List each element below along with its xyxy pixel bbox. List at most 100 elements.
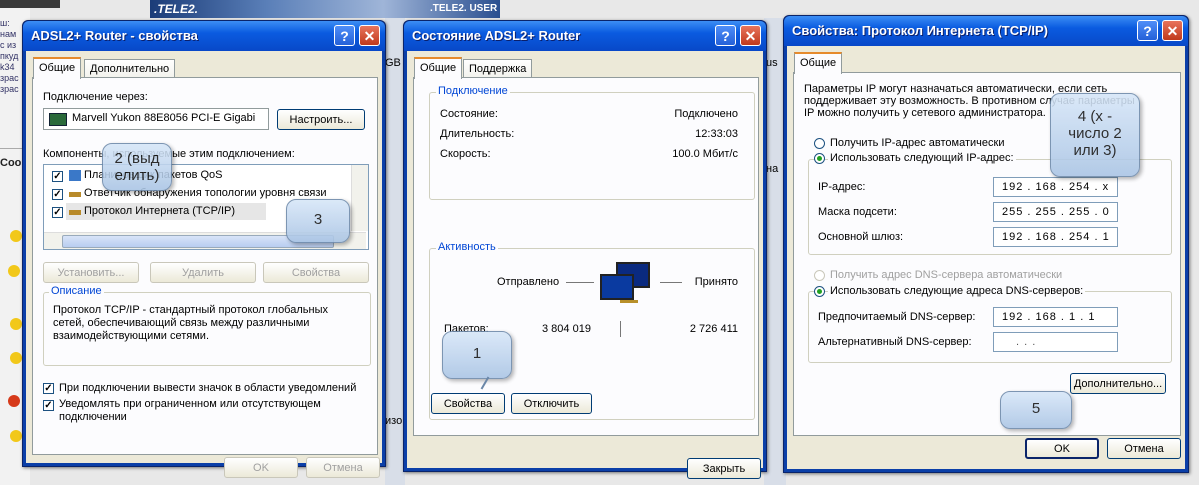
gateway-label: Основной шлюз: xyxy=(818,231,904,243)
connect-via-label: Подключение через: xyxy=(43,91,148,103)
callout-text: 2 (выд xyxy=(114,150,160,167)
ok-button[interactable]: OK xyxy=(1025,438,1099,459)
window-title: ADSL2+ Router - свойства xyxy=(31,28,198,43)
close-button[interactable]: ✕ xyxy=(359,25,380,46)
callout-text: 5 xyxy=(1031,400,1041,417)
component-checkbox[interactable]: ✓ xyxy=(52,207,63,218)
alternate-dns-label: Альтернативный DNS-сервер: xyxy=(818,336,972,348)
callout-text: 1 xyxy=(472,345,482,362)
properties-button[interactable]: Свойства xyxy=(431,393,505,414)
advanced-button[interactable]: Дополнительно... xyxy=(1070,373,1166,394)
ip-address-field[interactable]: 192 . 168 . 254 . x xyxy=(993,177,1118,197)
smiley-icon xyxy=(10,352,22,364)
smiley-icon xyxy=(10,318,22,330)
show-icon-label[interactable]: При подключении вывести значок в области… xyxy=(59,382,356,394)
description-label: Описание xyxy=(49,285,104,297)
tab-general[interactable]: Общие xyxy=(794,52,843,74)
callout-step-5: 5 xyxy=(1000,391,1072,429)
tab-support[interactable]: Поддержка xyxy=(463,59,533,78)
background-image-fragment xyxy=(0,0,60,8)
manual-dns-label[interactable]: Использовать следующие адреса DNS-сервер… xyxy=(828,285,1086,297)
preferred-dns-field[interactable]: 192 . 168 . 1 . 1 xyxy=(993,307,1118,327)
router-status-window: Состояние ADSL2+ Router ? ✕ Общие Поддер… xyxy=(403,20,767,479)
close-button[interactable]: ✕ xyxy=(1162,20,1183,41)
callout-text: елить) xyxy=(114,167,160,184)
tab-panel: Подключение Состояние: Подключено Длител… xyxy=(413,77,759,436)
configure-button[interactable]: Настроить... xyxy=(277,109,365,130)
manual-ip-radio[interactable] xyxy=(814,153,825,164)
help-button[interactable]: ? xyxy=(334,25,355,46)
background-text: us xyxy=(766,57,778,69)
protocol-icon xyxy=(69,210,81,215)
divider xyxy=(566,282,594,283)
gateway-field[interactable]: 192 . 168 . 254 . 1 xyxy=(993,227,1118,247)
manual-ip-label[interactable]: Использовать следующий IP-адрес: xyxy=(828,152,1016,164)
auto-ip-radio[interactable] xyxy=(814,138,825,149)
tab-general[interactable]: Общие xyxy=(33,57,82,79)
title-bar[interactable]: Свойства: Протокол Интернета (TCP/IP) ? … xyxy=(784,16,1188,46)
window-client: Общие Поддержка Подключение Состояние: П… xyxy=(407,51,763,479)
auto-dns-label[interactable]: Получить адрес DNS-сервера автоматически xyxy=(830,269,1062,281)
component-checkbox[interactable]: ✓ xyxy=(52,171,63,182)
close-dialog-button[interactable]: Закрыть xyxy=(687,458,761,479)
qos-icon xyxy=(69,170,81,181)
install-button[interactable]: Установить... xyxy=(43,262,139,283)
manual-dns-radio[interactable] xyxy=(814,286,825,297)
tab-advanced[interactable]: Дополнительно xyxy=(84,59,176,78)
title-bar[interactable]: ADSL2+ Router - свойства ? ✕ xyxy=(23,21,385,51)
auto-dns-radio[interactable] xyxy=(814,270,825,281)
window-title: Свойства: Протокол Интернета (TCP/IP) xyxy=(792,23,1048,38)
status-value: Подключено xyxy=(674,108,738,120)
callout-text: 3 xyxy=(313,211,323,228)
callout-step-4: 4 (х - число 2 или 3) xyxy=(1050,93,1140,177)
ok-button[interactable]: OK xyxy=(224,457,298,478)
component-label[interactable]: Протокол Интернета (TCP/IP) xyxy=(84,205,235,217)
duration-label: Длительность: xyxy=(440,128,515,140)
smiley-icon xyxy=(10,230,22,242)
window-client: Общие Дополнительно Подключение через: M… xyxy=(26,51,382,478)
cancel-button[interactable]: Отмена xyxy=(1107,438,1181,459)
protocol-icon xyxy=(69,192,81,197)
speed-label: Скорость: xyxy=(440,148,491,160)
preferred-dns-label: Предпочитаемый DNS-сервер: xyxy=(818,311,976,323)
callout-text: число 2 xyxy=(1068,125,1122,142)
smiley-icon xyxy=(8,395,20,407)
alternate-dns-field[interactable]: . . . xyxy=(993,332,1118,352)
banner: .TELE2. .TELE2. USER xyxy=(150,0,500,18)
callout-step-2: 2 (выд елить) xyxy=(102,143,172,191)
received-label: Принято xyxy=(694,276,738,288)
info-text-line: IP можно получить у сетевого администрат… xyxy=(804,107,1046,119)
uninstall-button[interactable]: Удалить xyxy=(150,262,256,283)
callout-step-1: 1 xyxy=(442,331,512,379)
title-bar[interactable]: Состояние ADSL2+ Router ? ✕ xyxy=(404,21,766,51)
packets-received: 2 726 411 xyxy=(689,323,738,335)
help-button[interactable]: ? xyxy=(1137,20,1158,41)
activity-group-label: Активность xyxy=(436,241,498,253)
packets-sent: 3 804 019 xyxy=(542,323,591,335)
properties-button[interactable]: Свойства xyxy=(263,262,369,283)
background-text: на xyxy=(766,163,779,175)
background-heading: Coo xyxy=(0,157,22,169)
callout-text: 4 (х - xyxy=(1077,108,1113,125)
cancel-button[interactable]: Отмена xyxy=(306,457,380,478)
tab-general[interactable]: Общие xyxy=(414,57,463,79)
auto-ip-label[interactable]: Получить IP-адрес автоматически xyxy=(830,137,1004,149)
network-computers-icon xyxy=(600,262,652,308)
close-button[interactable]: ✕ xyxy=(740,25,761,46)
cable-icon xyxy=(620,300,638,303)
divider xyxy=(660,282,682,283)
component-checkbox[interactable]: ✓ xyxy=(52,189,63,200)
tcpip-properties-window: Свойства: Протокол Интернета (TCP/IP) ? … xyxy=(783,15,1189,473)
status-label: Состояние: xyxy=(440,108,498,120)
subnet-mask-label: Маска подсети: xyxy=(818,206,897,218)
help-button[interactable]: ? xyxy=(715,25,736,46)
sent-label: Отправлено xyxy=(497,276,560,288)
notify-label[interactable]: Уведомлять при ограниченном или отсутств… xyxy=(59,398,359,424)
vertical-scrollbar[interactable] xyxy=(351,165,368,231)
smiley-icon xyxy=(8,265,20,277)
subnet-mask-field[interactable]: 255 . 255 . 255 . 0 xyxy=(993,202,1118,222)
show-icon-checkbox[interactable]: ✓ xyxy=(43,383,54,394)
notify-checkbox[interactable]: ✓ xyxy=(43,400,54,411)
disconnect-button[interactable]: Отключить xyxy=(511,393,592,414)
smiley-icon xyxy=(10,430,22,442)
